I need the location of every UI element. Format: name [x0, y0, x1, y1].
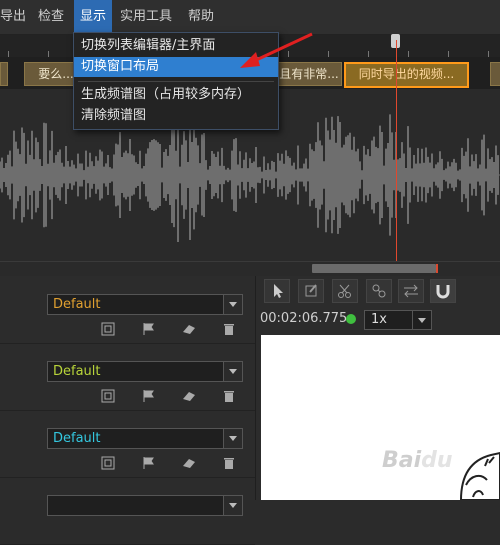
cursor-icon [274, 284, 283, 298]
pencil-icon [305, 284, 317, 297]
menu-display[interactable]: 显示 [74, 0, 113, 34]
clip-item-selected[interactable]: 同时导出的视频... [344, 62, 469, 88]
chevron-down-icon[interactable] [223, 295, 242, 314]
track-style-value: Default [53, 297, 101, 312]
scissors-icon [338, 284, 351, 298]
track-style-dropdown[interactable]: Default [47, 361, 243, 382]
zoom-value: 1x [371, 312, 387, 327]
video-preview[interactable] [261, 335, 500, 501]
flag-icon[interactable] [142, 322, 156, 336]
menu-item-clear-spectrogram[interactable]: 清除频谱图 [74, 106, 278, 126]
swap-tool-button[interactable] [398, 279, 424, 303]
swap-arrows-icon [404, 284, 418, 298]
chevron-down-icon[interactable] [223, 362, 242, 381]
menu-help[interactable]: 帮助 [182, 0, 220, 34]
magnet-icon [436, 285, 450, 299]
frame-icon[interactable] [101, 322, 115, 336]
edit-tool-button[interactable] [298, 279, 324, 303]
magnet-tool-button[interactable] [430, 279, 456, 303]
menu-export[interactable]: 导出 [0, 0, 32, 34]
timecode-display: 00:02:06.775 [260, 311, 348, 326]
clip-partial[interactable] [490, 62, 500, 86]
frame-icon[interactable] [101, 456, 115, 470]
track-row: Default [0, 410, 255, 478]
chevron-down-icon[interactable] [223, 429, 242, 448]
trash-icon[interactable] [222, 322, 236, 336]
menu-inspect[interactable]: 检查 [32, 0, 70, 34]
zoom-select[interactable]: 1x [364, 310, 432, 330]
track-row: Default [0, 343, 255, 411]
flag-icon[interactable] [142, 456, 156, 470]
scrollbar-playhead-marker [436, 264, 438, 273]
eraser-icon[interactable] [182, 322, 196, 336]
annotation-arrow-icon [240, 32, 313, 68]
track-row: Default [0, 276, 255, 344]
track-style-value: Default [53, 431, 101, 446]
trash-icon[interactable] [222, 456, 236, 470]
chevron-down-icon[interactable] [223, 496, 242, 515]
track-row [0, 477, 255, 545]
cut-tool-button[interactable] [332, 279, 358, 303]
preview-cartoon-image [459, 451, 500, 501]
track-style-dropdown[interactable]: Default [47, 428, 243, 449]
eraser-icon[interactable] [182, 389, 196, 403]
chevron-down-icon[interactable] [412, 311, 431, 329]
menu-separator [78, 81, 274, 82]
menu-utilities[interactable]: 实用工具 [114, 0, 178, 34]
menu-item-generate-spectrogram[interactable]: 生成频谱图（占用较多内存） [74, 85, 278, 105]
link-tool-button[interactable] [366, 279, 392, 303]
select-tool-button[interactable] [264, 279, 290, 303]
clip-partial[interactable] [0, 62, 8, 86]
eraser-icon[interactable] [182, 456, 196, 470]
trash-icon[interactable] [222, 389, 236, 403]
status-indicator [346, 314, 356, 324]
watermark-logo: Baidu [382, 448, 453, 473]
track-style-dropdown[interactable]: Default [47, 294, 243, 315]
track-panel: Default Default Default [0, 276, 256, 545]
frame-icon[interactable] [101, 389, 115, 403]
track-style-dropdown[interactable] [47, 495, 243, 516]
track-style-value: Default [53, 364, 101, 379]
link-icon [372, 284, 386, 298]
flag-icon[interactable] [142, 389, 156, 403]
scrollbar-thumb[interactable] [312, 264, 436, 273]
playhead-line [396, 40, 397, 276]
